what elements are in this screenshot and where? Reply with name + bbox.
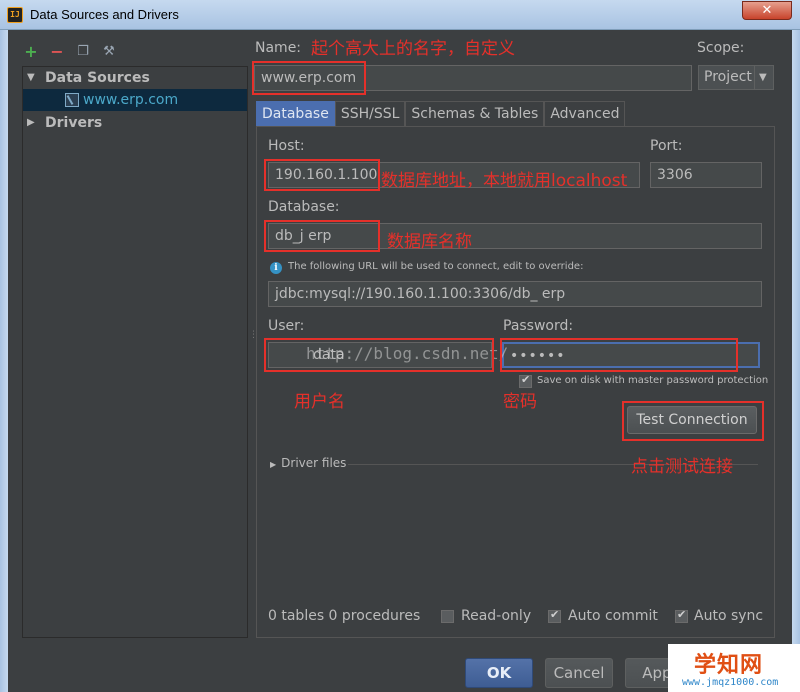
splitter-handle[interactable]: ⋮ <box>249 330 258 344</box>
window-title: Data Sources and Drivers <box>30 7 179 22</box>
auto-commit-label: Auto commit <box>568 608 658 624</box>
chevron-down-icon[interactable]: ▼ <box>759 66 767 89</box>
port-input[interactable]: 3306 <box>650 162 762 188</box>
collapsed-arrow-icon: ▶ <box>270 460 277 469</box>
close-button[interactable]: ✕ <box>742 1 792 20</box>
tab-ssh-ssl[interactable]: SSH/SSL <box>334 101 406 126</box>
host-highlight-box <box>264 159 380 191</box>
driver-files-label: Driver files <box>281 456 347 470</box>
logo-url: www.jmqz1000.com <box>682 677 779 688</box>
port-label: Port: <box>650 138 683 154</box>
password-label: Password: <box>503 318 574 334</box>
auto-commit-checkbox[interactable] <box>548 608 561 623</box>
test-annotation: 点击测试连接 <box>631 457 733 477</box>
copy-icon[interactable]: ❐ <box>74 42 92 60</box>
ok-button[interactable]: OK <box>465 658 533 688</box>
tree-node-drivers[interactable]: ▶ Drivers <box>23 112 247 134</box>
name-highlight-box <box>252 61 366 95</box>
user-highlight-box <box>264 338 494 372</box>
auto-sync-checkbox[interactable] <box>675 608 688 623</box>
test-connection-highlight-box <box>622 401 764 441</box>
tab-schemas-tables[interactable]: Schemas & Tables <box>405 101 545 126</box>
database-highlight-box <box>264 220 380 252</box>
tree-node-data-sources[interactable]: ▼ Data Sources <box>23 67 247 89</box>
tree-node-label: Drivers <box>45 115 103 131</box>
user-annotation: 用户名 <box>294 392 345 412</box>
tree-item-label: www.erp.com <box>83 92 179 108</box>
scope-label: Scope: <box>697 40 745 56</box>
info-icon: i <box>270 262 282 274</box>
auto-sync-label: Auto sync <box>694 608 764 624</box>
remove-icon[interactable]: − <box>48 42 66 61</box>
cancel-button[interactable]: Cancel <box>545 658 613 688</box>
logo-title: 学知网 <box>694 653 764 678</box>
site-logo: 学知网 www.jmqz1000.com <box>668 644 800 692</box>
save-on-disk-label: Save on disk with master password protec… <box>537 375 769 386</box>
window-frame-left <box>0 30 8 692</box>
readonly-label: Read-only <box>461 608 532 624</box>
status-text: 0 tables 0 procedures <box>268 608 421 624</box>
collapsed-arrow-icon[interactable]: ▶ <box>27 112 35 134</box>
scope-select[interactable]: Project ▼ <box>698 65 774 90</box>
intellij-icon: IJ <box>7 7 23 23</box>
host-annotation: 数据库地址，本地就用localhost <box>381 171 628 191</box>
host-label: Host: <box>268 138 305 154</box>
scope-value: Project <box>704 69 752 85</box>
name-annotation: 起个高大上的名字，自定义 <box>311 39 515 59</box>
password-annotation: 密码 <box>503 392 537 412</box>
driver-files-toggle[interactable]: ▶ Driver files <box>270 456 346 470</box>
url-info-text: The following URL will be used to connec… <box>288 261 584 272</box>
database-annotation: 数据库名称 <box>387 232 472 252</box>
expanded-arrow-icon[interactable]: ▼ <box>27 67 35 89</box>
window-frame-right <box>792 30 800 692</box>
window-title-bar[interactable]: IJ Data Sources and Drivers ✕ <box>0 0 800 30</box>
settings-tabs: Database SSH/SSL Schemas & Tables Advanc… <box>256 101 626 126</box>
data-source-tree: ▼ Data Sources www.erp.com ▶ Drivers <box>22 66 248 638</box>
password-highlight-box <box>500 338 738 372</box>
datasource-icon <box>65 93 79 107</box>
user-label: User: <box>268 318 305 334</box>
wrench-icon[interactable]: ⚒ <box>100 42 118 60</box>
tree-item-erp[interactable]: www.erp.com <box>23 89 247 111</box>
database-label: Database: <box>268 199 340 215</box>
tab-database[interactable]: Database <box>256 101 335 126</box>
readonly-checkbox[interactable] <box>441 610 454 623</box>
tab-advanced[interactable]: Advanced <box>544 101 626 126</box>
name-label: Name: <box>255 40 302 56</box>
tree-node-label: Data Sources <box>45 70 150 86</box>
add-icon[interactable]: + <box>22 42 40 61</box>
scope-divider <box>754 66 755 89</box>
url-input[interactable]: jdbc:mysql://190.160.1.100:3306/db_ erp <box>268 281 762 307</box>
data-source-toolbar: + − ❐ ⚒ <box>22 40 118 62</box>
